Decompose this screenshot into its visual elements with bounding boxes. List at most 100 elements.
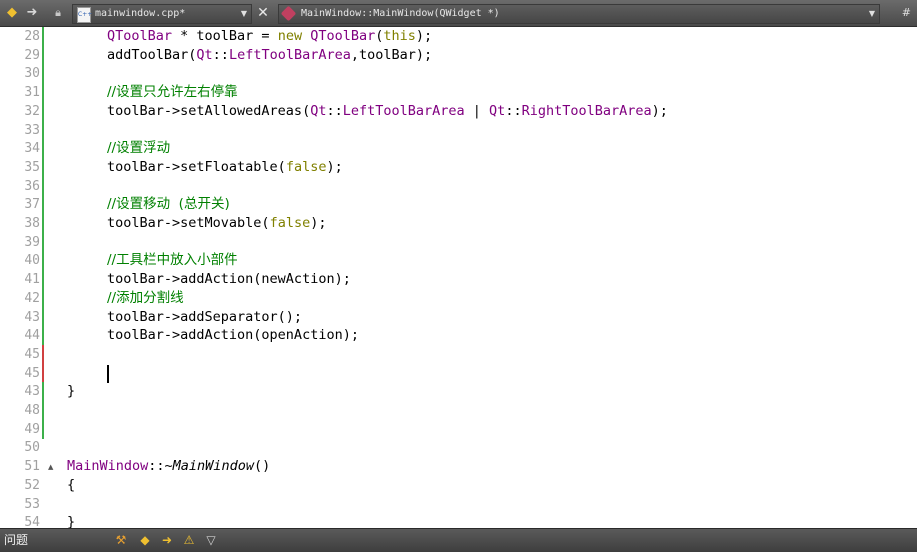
change-marker <box>42 232 44 252</box>
code-line[interactable]: 28 QToolBar * toolBar = new QToolBar(this… <box>0 27 917 46</box>
line-number: 53 <box>24 496 40 512</box>
line-number: 29 <box>24 47 40 63</box>
code-line[interactable]: 39 <box>0 232 917 252</box>
line-number: 33 <box>24 122 40 138</box>
change-marker <box>42 270 44 290</box>
filter-icon[interactable]: ▽ <box>204 533 218 547</box>
back-arrow-icon[interactable]: ◆ <box>4 5 20 21</box>
code-text: toolBar->setMovable(false); <box>107 215 327 231</box>
code-text: //设置移动 (总开关) <box>107 196 230 213</box>
code-line[interactable]: 40 //工具栏中放入小部件 <box>0 251 917 271</box>
change-marker <box>42 27 44 46</box>
code-line[interactable]: 29 addToolBar(Qt::LeftToolBarArea,toolBar… <box>0 45 917 65</box>
code-line[interactable]: 41 toolBar->addAction(newAction); <box>0 270 917 290</box>
code-line[interactable]: 50 <box>0 438 917 457</box>
change-marker <box>42 326 44 346</box>
code-line[interactable]: 32 toolBar->setAllowedAreas(Qt::LeftToolB… <box>0 101 917 121</box>
code-text: toolBar->addAction(newAction); <box>107 271 351 288</box>
code-line[interactable]: 30 <box>0 64 917 84</box>
code-text: //设置只允许左右停靠 <box>107 84 238 101</box>
forward-arrow-icon[interactable]: ➜ <box>24 5 40 21</box>
code-line[interactable]: 53 <box>0 495 917 514</box>
line-number: 51 <box>24 459 40 475</box>
code-line[interactable]: 45 <box>0 344 917 364</box>
line-number: 50 <box>24 440 40 456</box>
change-marker <box>42 176 44 196</box>
filter-build-icon[interactable]: ⚒ <box>114 533 128 547</box>
change-marker <box>42 401 44 420</box>
line-number: 40 <box>24 253 40 269</box>
change-marker <box>42 382 44 402</box>
change-marker <box>42 251 44 271</box>
change-marker <box>42 139 44 159</box>
code-line[interactable]: 43 toolBar->addSeparator(); <box>0 307 917 327</box>
code-text: } <box>67 383 76 400</box>
line-number: 52 <box>24 477 40 493</box>
code-line[interactable]: 52 { <box>0 476 917 495</box>
code-line[interactable]: 43} <box>0 382 917 402</box>
change-marker <box>42 64 44 84</box>
code-line[interactable]: 51 ▲ MainWindow::~MainWindow() <box>0 457 917 476</box>
chevron-down-icon: ▼ <box>240 9 247 18</box>
lock-icon[interactable]: 🔒︎ <box>50 5 66 21</box>
line-number: 48 <box>24 403 40 418</box>
change-marker <box>42 363 44 383</box>
code-editor[interactable]: 28 QToolBar * toolBar = new QToolBar(this… <box>0 27 917 530</box>
issues-label[interactable]: 问题 <box>4 529 28 552</box>
code-text: //添加分割线 <box>107 289 184 306</box>
change-marker <box>42 288 44 308</box>
close-document-button[interactable]: ✕ <box>254 4 272 22</box>
line-number: 43 <box>24 384 40 400</box>
change-marker <box>42 307 44 327</box>
next-issue-icon[interactable]: ➜ <box>160 533 174 547</box>
line-number: 38 <box>24 216 40 231</box>
line-number: 49 <box>24 421 40 437</box>
code-line[interactable]: 36 <box>0 176 917 196</box>
code-line[interactable]: 49 <box>0 419 917 439</box>
fold-marker-icon[interactable]: ▲ <box>48 463 53 471</box>
change-marker <box>42 214 44 233</box>
code-text: addToolBar(Qt::LeftToolBarArea,toolBar); <box>107 46 433 63</box>
output-pane-bar: 问题 ⚒ ◆ ➜ ⚠ ▽ <box>0 528 917 552</box>
method-name: MainWindow::MainWindow(QWidget *) <box>301 8 500 19</box>
line-number: 34 <box>24 141 40 157</box>
editor-toolbar: ◆ ➜ 🔒︎ C++ mainwindow.cpp* ▼ ✕ MainWindo… <box>0 0 917 27</box>
code-text: //工具栏中放入小部件 <box>107 252 238 269</box>
line-number: 31 <box>24 85 40 101</box>
change-marker <box>42 419 44 439</box>
code-line[interactable]: 42 //添加分割线 <box>0 288 917 308</box>
line-number: 41 <box>24 272 40 288</box>
line-number: 39 <box>24 234 40 250</box>
symbol-menu-button[interactable]: # <box>902 4 911 22</box>
code-line[interactable]: 45 <box>0 363 917 383</box>
code-line[interactable]: 37 //设置移动 (总开关) <box>0 195 917 215</box>
file-selector[interactable]: C++ mainwindow.cpp* ▼ <box>72 4 252 24</box>
code-line[interactable]: 33 <box>0 120 917 140</box>
change-marker <box>42 83 44 103</box>
line-number: 45 <box>24 346 40 362</box>
code-line[interactable]: 38 toolBar->setMovable(false); <box>0 214 917 233</box>
change-marker <box>42 45 44 65</box>
code-text: toolBar->addSeparator(); <box>107 308 303 325</box>
previous-issue-icon[interactable]: ◆ <box>138 533 152 547</box>
warning-icon[interactable]: ⚠ <box>182 533 196 547</box>
text-cursor <box>107 364 109 383</box>
code-line[interactable]: 48 <box>0 401 917 420</box>
code-text: toolBar->addAction(openAction); <box>107 327 359 344</box>
line-number: 37 <box>24 197 40 213</box>
code-line[interactable]: 31 //设置只允许左右停靠 <box>0 83 917 103</box>
line-number: 30 <box>24 66 40 82</box>
code-line[interactable]: 34 //设置浮动 <box>0 139 917 159</box>
code-line[interactable]: 44 toolBar->addAction(openAction); <box>0 326 917 346</box>
code-text: toolBar->setAllowedAreas(Qt::LeftToolBar… <box>107 102 668 119</box>
code-text: MainWindow::~MainWindow() <box>67 458 271 475</box>
code-line[interactable]: 35 toolBar->setFloatable(false); <box>0 157 917 177</box>
method-selector[interactable]: MainWindow::MainWindow(QWidget *) ▼ <box>278 4 880 24</box>
code-text: QToolBar * toolBar = new QToolBar(this); <box>107 28 433 44</box>
line-number: 28 <box>24 29 40 44</box>
line-number: 43 <box>24 309 40 325</box>
code-text: toolBar->setFloatable(false); <box>107 158 343 175</box>
line-number: 35 <box>24 159 40 175</box>
line-number: 44 <box>24 328 40 344</box>
change-marker <box>42 120 44 140</box>
